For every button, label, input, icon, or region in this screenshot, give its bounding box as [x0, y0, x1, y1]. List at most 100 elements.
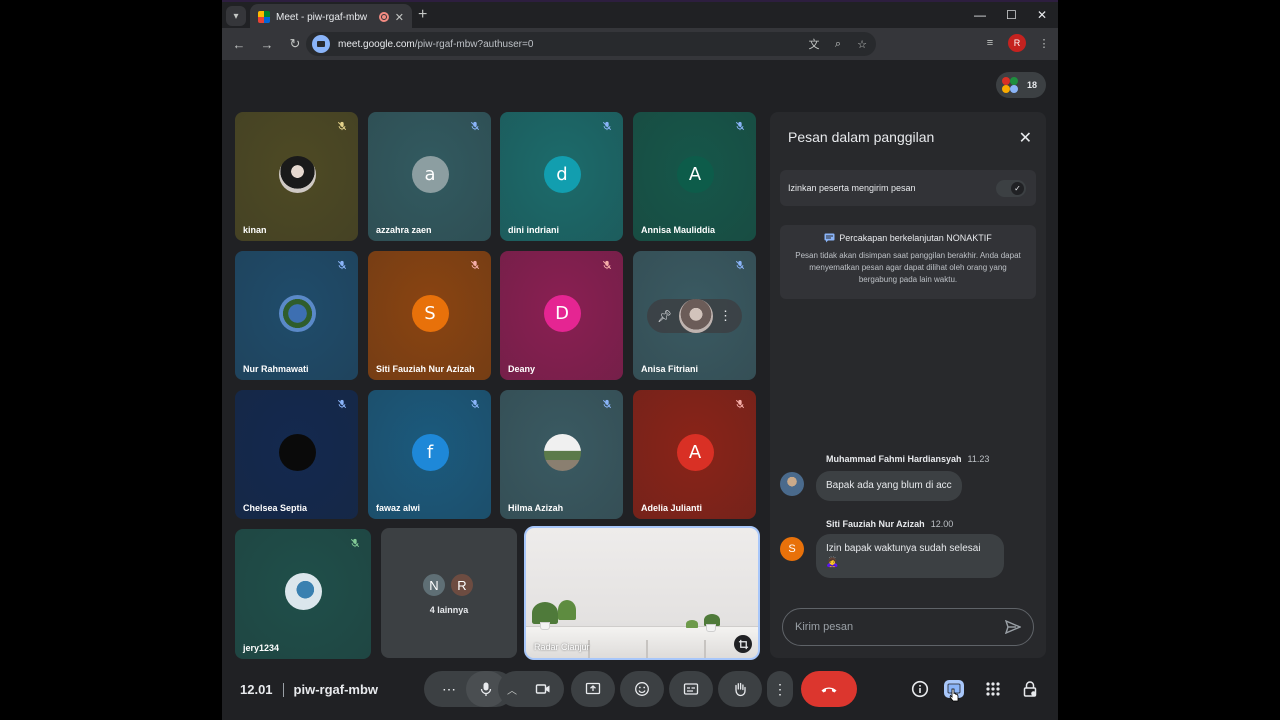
hang-up-icon	[821, 687, 837, 693]
participant-name: Annisa Mauliddia	[641, 225, 716, 235]
continuous-chat-info: Percakapan berkelanjutan NONAKTIF Pesan …	[780, 225, 1036, 299]
participant-tile[interactable]: Chelsea Septia	[235, 390, 358, 519]
window-close-icon[interactable]: ✕	[1037, 8, 1047, 22]
pot-right	[706, 624, 716, 632]
avatar	[678, 299, 713, 333]
send-icon[interactable]	[1005, 620, 1021, 634]
avatar: S	[411, 294, 449, 332]
participant-name: Deany	[508, 364, 536, 374]
participant-tile[interactable]: D Deany	[500, 251, 623, 380]
mic-off-icon	[467, 118, 483, 134]
mic-off-icon	[732, 118, 748, 134]
pin-icon[interactable]: 📌︎	[657, 309, 672, 323]
others-avatar: N	[421, 572, 447, 598]
participant-tile[interactable]: a azzahra zaen	[368, 112, 491, 241]
participant-name: jery1234	[243, 643, 280, 653]
allow-messages-toggle[interactable]	[996, 179, 1026, 197]
message-bubble: Bapak ada yang blum di acc	[816, 471, 962, 501]
tile-hover-controls: 📌︎ ⋮	[647, 299, 742, 333]
tab-close-icon[interactable]: ✕	[395, 11, 404, 24]
bookmark-star-icon[interactable]: ☆	[854, 38, 870, 51]
profile-avatar[interactable]: R	[1008, 34, 1026, 52]
participant-tile[interactable]: kinan	[235, 112, 358, 241]
participant-tile[interactable]: d dini indriani	[500, 112, 623, 241]
avatar: d	[543, 155, 581, 193]
captions-button[interactable]	[669, 671, 713, 707]
mic-off-icon	[467, 257, 483, 273]
participant-tile[interactable]: 📌︎ ⋮ Anisa Fitriani	[633, 251, 756, 380]
tab-search-icon[interactable]: ▾	[226, 6, 246, 26]
reactions-button[interactable]	[620, 671, 664, 707]
avatar: S	[780, 537, 804, 561]
maximize-icon[interactable]: ☐	[1006, 8, 1017, 22]
activities-button[interactable]	[982, 678, 1004, 700]
participant-tile[interactable]: f fawaz alwi	[368, 390, 491, 519]
info-heading: Percakapan berkelanjutan NONAKTIF	[839, 233, 992, 243]
participant-tile[interactable]: A Adelia Julianti	[633, 390, 756, 519]
participant-tile[interactable]: Nur Rahmawati	[235, 251, 358, 380]
raise-hand-button[interactable]	[718, 671, 762, 707]
close-icon[interactable]: ✕	[1019, 128, 1032, 148]
participant-name: Chelsea Septia	[243, 503, 308, 513]
reframe-icon[interactable]	[734, 635, 752, 653]
participants-button[interactable]: 18	[996, 72, 1046, 98]
avatar: f	[411, 433, 449, 471]
avatar: A	[676, 433, 714, 471]
microphone-icon	[480, 682, 492, 696]
reload-icon[interactable]: ↻	[282, 36, 308, 52]
others-avatar: R	[449, 572, 475, 598]
more-options-button[interactable]: ⋮	[767, 671, 793, 707]
present-screen-icon	[585, 682, 601, 695]
divider	[282, 682, 284, 697]
message-input[interactable]: Kirim pesan	[782, 608, 1034, 646]
browser-menu-icon[interactable]: ⋮	[1036, 37, 1052, 50]
browser-tab[interactable]: Meet - piw-rgaf-mbw ✕	[250, 4, 412, 30]
participant-name: fawaz alwi	[376, 503, 421, 513]
mic-off-icon	[732, 396, 748, 412]
meeting-info: 12.01 piw-rgaf-mbw	[240, 682, 378, 697]
chat-panel: Pesan dalam panggilan ✕ Izinkan peserta …	[770, 112, 1046, 658]
chevron-up-icon[interactable]: ︿	[500, 682, 524, 697]
mic-options-icon[interactable]: ⋯	[432, 681, 466, 698]
mouse-cursor	[949, 688, 959, 702]
others-tile[interactable]: N R 4 lainnya	[381, 528, 517, 658]
self-view-shelf-line	[646, 640, 648, 658]
back-icon[interactable]: ←	[226, 37, 252, 52]
participant-tile[interactable]: Hilma Azizah	[500, 390, 623, 519]
participant-name: Hilma Azizah	[508, 503, 564, 513]
self-view-tile[interactable]: Radar Cianjur	[524, 526, 760, 660]
meeting-details-button[interactable]	[909, 678, 931, 700]
participant-name: Anisa Fitriani	[641, 364, 699, 374]
meeting-time: 12.01	[240, 682, 273, 697]
self-view-shelf-line	[704, 640, 706, 658]
avatar: a	[411, 155, 449, 193]
info-body: Pesan tidak akan disimpan saat panggilan…	[795, 251, 1021, 284]
forward-icon[interactable]: →	[254, 37, 280, 52]
zoom-icon[interactable]: ⌕	[830, 38, 846, 51]
avatar	[543, 433, 581, 471]
address-bar[interactable]: meet.google.com/piw-rgaf-mbw?authuser=0 …	[306, 32, 876, 56]
recording-icon	[378, 12, 389, 22]
participant-tile[interactable]: S Siti Fauziah Nur Azizah	[368, 251, 491, 380]
plant-left	[532, 602, 558, 624]
plant-left-2	[558, 600, 576, 620]
media-control-icon[interactable]: ≡	[982, 37, 998, 49]
camera-control: ︿	[498, 671, 564, 707]
participant-tile[interactable]: jery1234	[235, 529, 371, 659]
captions-icon	[683, 683, 699, 695]
site-info-icon[interactable]	[312, 35, 330, 53]
camera-button[interactable]	[524, 681, 562, 697]
participant-name: dini indriani	[508, 225, 559, 235]
browser-toolbar: ← → ↻ meet.google.com/piw-rgaf-mbw?authu…	[222, 28, 1058, 60]
message-bubble: Izin bapak waktunya sudah selesai 🙇‍♀️	[816, 534, 1004, 578]
more-vert-icon[interactable]: ⋮	[719, 308, 732, 324]
plant-right-2	[686, 620, 698, 628]
host-controls-button[interactable]	[1019, 678, 1041, 700]
translate-icon[interactable]: 文	[806, 36, 822, 52]
new-tab-icon[interactable]: +	[418, 7, 427, 23]
hand-icon	[735, 682, 746, 697]
participant-tile[interactable]: A Annisa Mauliddia	[633, 112, 756, 241]
minimize-icon[interactable]: —	[974, 8, 986, 22]
present-button[interactable]	[571, 671, 615, 707]
leave-call-button[interactable]	[801, 671, 857, 707]
